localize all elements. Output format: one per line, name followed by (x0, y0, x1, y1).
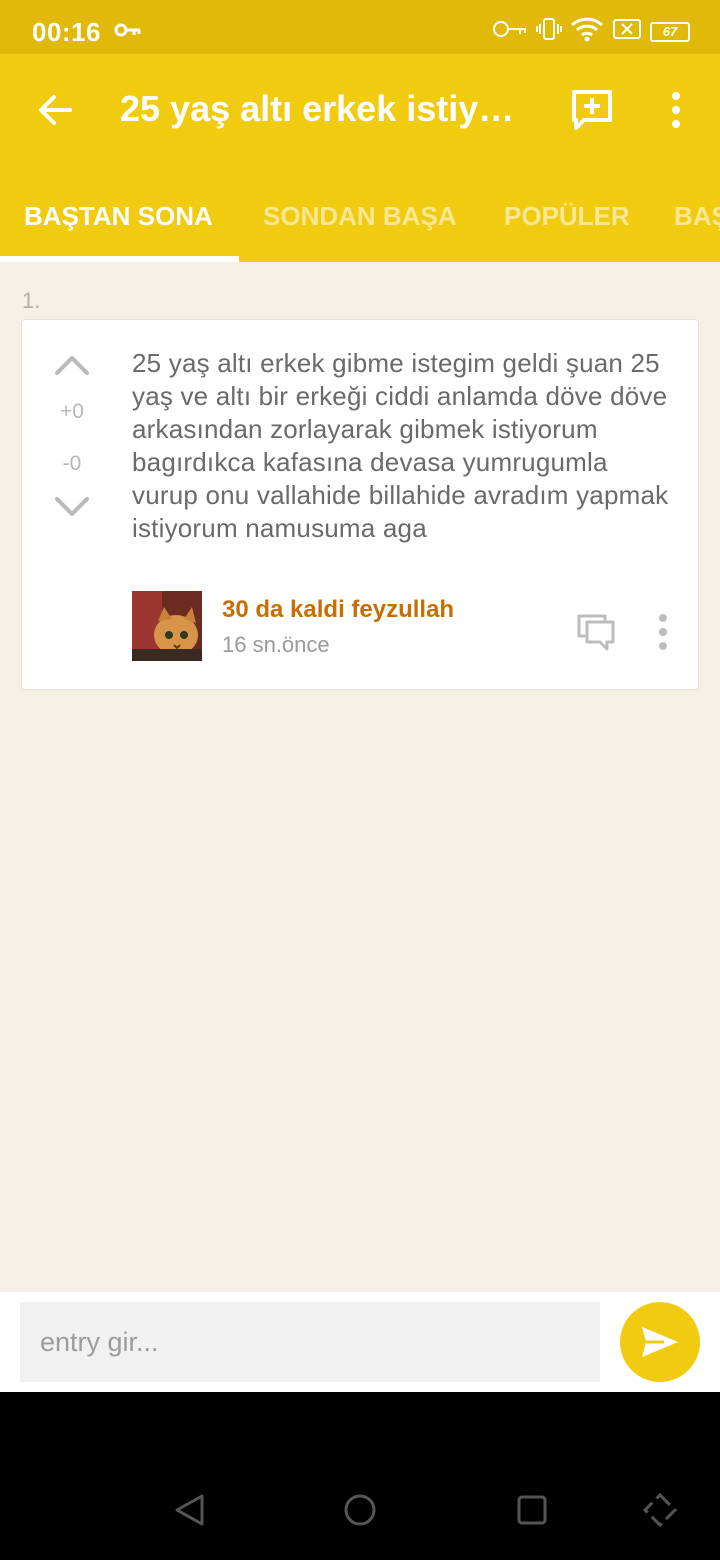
downvote-count: -0 (62, 452, 82, 475)
entry-text: 25 yaş altı erkek gibme istegim geldi şu… (132, 348, 669, 543)
active-tab-indicator (0, 256, 239, 262)
battery-icon: 67 (650, 21, 690, 42)
no-sim-icon (612, 18, 642, 45)
entry-time: 16 sn.önce (222, 632, 330, 657)
downvote-button[interactable] (54, 496, 90, 518)
nav-back-button[interactable] (172, 1492, 206, 1533)
rotate-icon (642, 1492, 678, 1528)
tab-bastan-sona[interactable]: BAŞTAN SONA (24, 184, 213, 262)
status-time: 00:16 (32, 17, 101, 47)
arrow-left-icon (39, 95, 72, 125)
send-button[interactable] (620, 1302, 700, 1382)
chevron-down-icon (55, 497, 89, 516)
tab-populer[interactable]: POPÜLER (504, 184, 630, 262)
status-icons: 67 (492, 16, 690, 47)
compose-bar (0, 1292, 720, 1392)
page-title: 25 yaş altı erkek istiyorum (120, 88, 520, 129)
entry-number: 1. (22, 288, 41, 313)
status-bar: 00:16 67 (0, 0, 720, 54)
cat-avatar-icon (132, 591, 202, 661)
upvote-count: +0 (60, 400, 84, 423)
nav-rotate-button[interactable] (642, 1492, 678, 1533)
sort-tabs: BAŞTAN SONA SONDAN BAŞA POPÜLER BAŞ (0, 184, 720, 262)
nav-home-button[interactable] (342, 1492, 378, 1533)
triangle-back-icon (175, 1494, 204, 1526)
add-entry-button[interactable] (570, 88, 614, 132)
tab-bas[interactable]: BAŞ (674, 184, 720, 262)
chat-icon (577, 614, 615, 651)
more-vertical-icon (659, 614, 667, 650)
send-icon (642, 1327, 678, 1357)
entry-more-button[interactable] (652, 612, 674, 652)
chevron-up-icon (55, 356, 89, 375)
upvote-button[interactable] (54, 354, 90, 376)
author-name[interactable]: 30 da kaldi feyzullah (222, 596, 454, 624)
tab-sondan-basa[interactable]: SONDAN BAŞA (263, 184, 457, 262)
entry-card: +0 -0 25 yaş altı erkek gibme istegim ge… (21, 319, 699, 690)
add-comment-icon (572, 90, 612, 130)
more-options-button[interactable] (662, 90, 690, 130)
vibrate-icon (536, 16, 562, 47)
entry-input[interactable] (20, 1302, 600, 1382)
reply-button[interactable] (575, 612, 617, 652)
circle-home-icon (344, 1494, 376, 1526)
app-bar: 25 yaş altı erkek istiyorum BAŞTAN SONA … (0, 54, 720, 262)
key-icon (114, 22, 142, 43)
square-recents-icon (517, 1495, 547, 1525)
nav-recents-button[interactable] (516, 1494, 548, 1531)
vpn-key-icon (492, 19, 528, 44)
system-nav-bar (0, 1392, 720, 1560)
back-button[interactable] (36, 90, 76, 130)
wifi-icon (570, 16, 604, 47)
avatar[interactable] (132, 591, 202, 661)
more-vertical-icon (672, 92, 680, 128)
